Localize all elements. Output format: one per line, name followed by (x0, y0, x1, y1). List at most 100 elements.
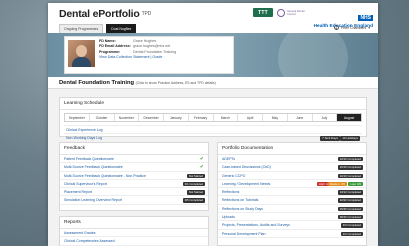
status-badge: Low: 0/0 (348, 181, 363, 187)
nhs-logo: NHS (358, 15, 373, 21)
portfolio-item-label: Reflections on Tutorials (222, 198, 259, 203)
portfolio-item-label: Personal Development Plan (222, 231, 266, 236)
month-tab[interactable]: September (65, 114, 90, 121)
feedback-item-label: Multi-Source Feedback Questionnaire - No… (64, 173, 146, 178)
status-badge: 3/3 Completed (340, 223, 363, 228)
status-badge: 25/25 Completed (337, 206, 363, 212)
month-tab[interactable]: December (139, 114, 164, 121)
report-item[interactable]: Clinical Competencies Assessed (60, 237, 208, 246)
portfolio-item-label: Uploads (222, 215, 235, 220)
data-collection-link[interactable]: View Data Collection Statement | Grade (99, 55, 176, 60)
status-badge: Not Started (186, 173, 205, 178)
feedback-item-label: Clinical Supervisor's Report (64, 181, 107, 186)
app-version: TPD (141, 11, 152, 17)
portfolio-list: ADEPTs 10/10 Completed Case-based Discussi… (218, 155, 366, 238)
feedback-item[interactable]: Patient Feedback Questionnaire ✔ (60, 155, 208, 164)
status-badge: 38/40 Completed (337, 215, 363, 220)
month-tab[interactable]: July (313, 114, 338, 121)
month-tab[interactable]: November (115, 114, 140, 121)
report-item[interactable]: Assessment Grades (60, 229, 208, 238)
month-tab[interactable]: March (214, 114, 239, 121)
checkmark-icon: ✔ (199, 156, 204, 162)
gdc-logo: General Dental Council (277, 7, 315, 18)
profile-card: FD Name: Grace Hughes FD Email Address: gr… (64, 36, 234, 74)
feedback-item[interactable]: Clinical Supervisor's Report 0/1 Complete… (60, 180, 208, 189)
status-badge: 0/1 Completed (182, 181, 205, 187)
avatar (68, 40, 95, 67)
portfolio-item[interactable]: Generic CCPO 10/10 Completed (218, 172, 366, 180)
portfolio-item-label: Generic CCPO (222, 173, 246, 178)
portfolio-item[interactable]: ADEPTs 10/10 Completed (218, 155, 366, 164)
learning-schedule-panel: Learning Schedule September October Novemb… (59, 97, 367, 141)
status-badge: 10/10 Completed (337, 173, 363, 178)
status-badge: Not Started (186, 190, 205, 195)
ttt-logo: TTT (253, 8, 273, 17)
sick-days-badge: 7 Sick Days (320, 135, 340, 141)
portfolio-documentation-panel: Portfolio Documentation ADEPTs 10/10 Comp… (217, 142, 367, 246)
month-tab[interactable]: May (263, 114, 288, 121)
portfolio-item[interactable]: Personal Development Plan 2/2 Completed (218, 230, 366, 238)
app-title-text: Dental ePortfolio (59, 8, 140, 20)
status-badge: 10/10 Completed (337, 165, 363, 170)
user-menu[interactable]: ● Peter Chambers ▾ (333, 25, 370, 30)
holidays-badge: 10 Holidays (340, 135, 360, 141)
portfolio-item-label: Learning / Development Needs (222, 181, 271, 186)
portfolio-item-label: Reflections on Study Days (222, 206, 264, 211)
clinical-experience-log-link[interactable]: Clinical Experience Log (64, 125, 362, 133)
user-icon: ● (333, 25, 339, 30)
gdc-emblem-icon (277, 8, 285, 17)
feedback-title: Feedback (60, 143, 208, 155)
reports-list: Assessment Grades Clinical Competencies A… (60, 229, 208, 246)
status-badge: 22/22 Completed (337, 198, 363, 203)
portfolio-item[interactable]: Learning / Development Needs High: 0/0 Med… (218, 180, 366, 189)
profile-info: FD Name: Grace Hughes FD Email Address: gr… (99, 39, 176, 60)
profile-banner: FD Name: Grace Hughes FD Email Address: gr… (48, 33, 378, 77)
learning-schedule-title: Learning Schedule (60, 98, 366, 110)
feedback-panel: Feedback Patient Feedback Questionnaire ✔… (59, 142, 209, 211)
status-badge: 10/12 Completed (337, 190, 363, 195)
month-tab[interactable]: June (288, 114, 313, 121)
checkmark-icon: ✔ (199, 164, 204, 171)
portfolio-item[interactable]: Reflections on Study Days 25/25 Completed (218, 205, 366, 214)
ttt-logo-text: TTT (258, 9, 268, 16)
portfolio-item[interactable]: Reflections 10/12 Completed (218, 188, 366, 197)
status-badge: 2/2 Completed (340, 231, 363, 237)
feedback-item[interactable]: Placement Report Not Started (60, 188, 208, 197)
user-menu-label: Peter Chambers (340, 25, 367, 30)
top-tabs: Ongoing Programmes Dust Nugflex (59, 24, 137, 33)
month-tab[interactable]: April (238, 114, 263, 121)
month-tab[interactable]: January (164, 114, 189, 121)
portfolio-item-label: Projects, Presentations, Audits and Surv… (222, 223, 290, 228)
month-tab[interactable]: August (337, 114, 361, 121)
feedback-item[interactable]: Multi-Source Feedback Questionnaire ✔ (60, 163, 208, 172)
feedback-item-label: Placement Report (64, 190, 93, 195)
app-title[interactable]: Dental ePortfolio TPD (59, 8, 151, 20)
status-badge: 10/10 Completed (337, 157, 363, 162)
month-tab[interactable]: October (90, 114, 115, 121)
dft-bar[interactable]: Dental Foundation Training (Click to sho… (48, 77, 378, 89)
feedback-item[interactable]: Multi-Source Feedback Questionnaire - No… (60, 172, 208, 180)
status-badge: Medium: 0/0 (327, 181, 347, 187)
feedback-item[interactable]: Simulation Learning Overview Report 0/5 C… (60, 196, 208, 205)
chevron-down-icon: ▾ (368, 25, 370, 30)
portfolio-item[interactable]: Uploads 38/40 Completed (218, 213, 366, 222)
reports-title: Reports (60, 217, 208, 229)
dft-note: (Click to show Practice Address, ES and … (135, 81, 216, 85)
month-tabs: September October November December January F… (64, 113, 362, 122)
tab-ongoing-programmes[interactable]: Ongoing Programmes (59, 24, 104, 33)
reports-panel: Reports Assessment Grades Clinical Compet… (59, 216, 209, 246)
portfolio-item[interactable]: Projects, Presentations, Audits and Surv… (218, 221, 366, 230)
app-window: Dental ePortfolio TPD TTT General Dental C… (48, 3, 378, 246)
portfolio-item[interactable]: Case-based Discussions (CbD) 10/10 Comple… (218, 163, 366, 172)
portfolio-item[interactable]: Reflections on Tutorials 22/22 Completed (218, 196, 366, 205)
portfolio-documentation-title: Portfolio Documentation (218, 143, 366, 155)
status-badge: 0/5 Completed (182, 198, 205, 203)
gdc-logo-line2: Council (287, 12, 296, 16)
month-tab[interactable]: February (189, 114, 214, 121)
feedback-item-label: Patient Feedback Questionnaire (64, 157, 115, 161)
portfolio-item-label: ADEPTs (222, 157, 236, 161)
feedback-item-label: Simulation Learning Overview Report (64, 198, 122, 203)
non-working-days-log-link[interactable]: Non-Working Days Log 7 Sick Days 10 Holi… (64, 133, 362, 141)
tab-current-user[interactable]: Dust Nugflex (106, 24, 137, 33)
dft-title: Dental Foundation Training (59, 80, 135, 86)
